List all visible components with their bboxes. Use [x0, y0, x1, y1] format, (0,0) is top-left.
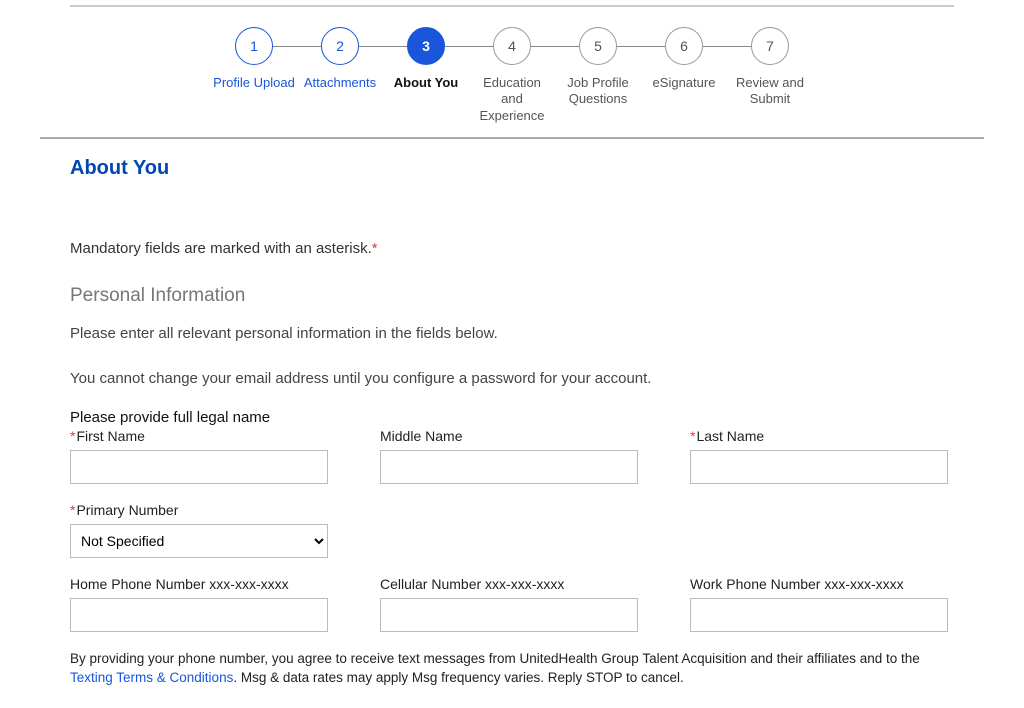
mandatory-note: Mandatory fields are marked with an aste… [70, 240, 954, 257]
name-row: First Name Middle Name Last Name [70, 428, 954, 484]
step-circle-3: 3 [407, 27, 445, 65]
step-circle-2: 2 [321, 27, 359, 65]
primary-number-group: Primary Number Not Specified [70, 502, 328, 558]
step-circle-4: 4 [493, 27, 531, 65]
consent-part1: By providing your phone number, you agre… [70, 651, 920, 666]
step-label-1: Profile Upload [211, 75, 297, 91]
first-name-label: First Name [70, 428, 328, 444]
step-connector [617, 46, 665, 47]
work-phone-input[interactable] [690, 598, 948, 632]
step-6: 6 eSignature [641, 27, 727, 91]
step-circle-6: 6 [665, 27, 703, 65]
step-label-4: Education and Experience [469, 75, 555, 124]
personal-info-heading: Personal Information [70, 285, 954, 307]
mandatory-note-text: Mandatory fields are marked with an aste… [70, 240, 372, 257]
step-label-7: Review and Submit [727, 75, 813, 108]
step-5: 5 Job Profile Questions [555, 27, 641, 108]
phones-row: Home Phone Number xxx-xxx-xxxx Cellular … [70, 576, 954, 632]
texting-terms-link[interactable]: Texting Terms & Conditions [70, 670, 233, 685]
instruction-text-2: You cannot change your email address unt… [70, 370, 954, 387]
step-label-6: eSignature [651, 75, 718, 91]
work-phone-group: Work Phone Number xxx-xxx-xxxx [690, 576, 948, 632]
step-4: 4 Education and Experience [469, 27, 555, 124]
step-label-5: Job Profile Questions [555, 75, 641, 108]
step-connector [703, 46, 751, 47]
instruction-text-1: Please enter all relevant personal infor… [70, 325, 954, 342]
last-name-group: Last Name [690, 428, 948, 484]
consent-part2: . Msg & data rates may apply Msg frequen… [233, 670, 683, 685]
first-name-input[interactable] [70, 450, 328, 484]
home-phone-group: Home Phone Number xxx-xxx-xxxx [70, 576, 328, 632]
step-connector [445, 46, 493, 47]
work-phone-label: Work Phone Number xxx-xxx-xxxx [690, 576, 948, 592]
step-connector [531, 46, 579, 47]
first-name-group: First Name [70, 428, 328, 484]
primary-number-row: Primary Number Not Specified [70, 502, 954, 558]
cellular-group: Cellular Number xxx-xxx-xxxx [380, 576, 638, 632]
home-phone-label: Home Phone Number xxx-xxx-xxxx [70, 576, 328, 592]
step-label-3: About You [392, 75, 461, 91]
step-connector [359, 46, 407, 47]
legal-name-prompt: Please provide full legal name [70, 409, 954, 426]
step-1[interactable]: 1 Profile Upload [211, 27, 297, 91]
last-name-input[interactable] [690, 450, 948, 484]
middle-name-label: Middle Name [380, 428, 638, 444]
step-7: 7 Review and Submit [727, 27, 813, 108]
cellular-input[interactable] [380, 598, 638, 632]
consent-text: By providing your phone number, you agre… [70, 650, 954, 688]
section-title: About You [70, 157, 954, 180]
step-circle-1: 1 [235, 27, 273, 65]
progress-stepper: 1 Profile Upload 2 Attachments 3 About You 4 Ed… [0, 7, 1024, 129]
asterisk-icon: * [372, 240, 378, 257]
step-label-2: Attachments [302, 75, 378, 91]
middle-name-input[interactable] [380, 450, 638, 484]
middle-name-group: Middle Name [380, 428, 638, 484]
last-name-label: Last Name [690, 428, 948, 444]
step-2[interactable]: 2 Attachments [297, 27, 383, 91]
step-3: 3 About You [383, 27, 469, 91]
home-phone-input[interactable] [70, 598, 328, 632]
primary-number-select[interactable]: Not Specified [70, 524, 328, 558]
step-circle-5: 5 [579, 27, 617, 65]
cellular-label: Cellular Number xxx-xxx-xxxx [380, 576, 638, 592]
step-circle-7: 7 [751, 27, 789, 65]
content-area: About You Mandatory fields are marked wi… [0, 139, 1024, 708]
step-connector [273, 46, 321, 47]
primary-number-label: Primary Number [70, 502, 328, 518]
